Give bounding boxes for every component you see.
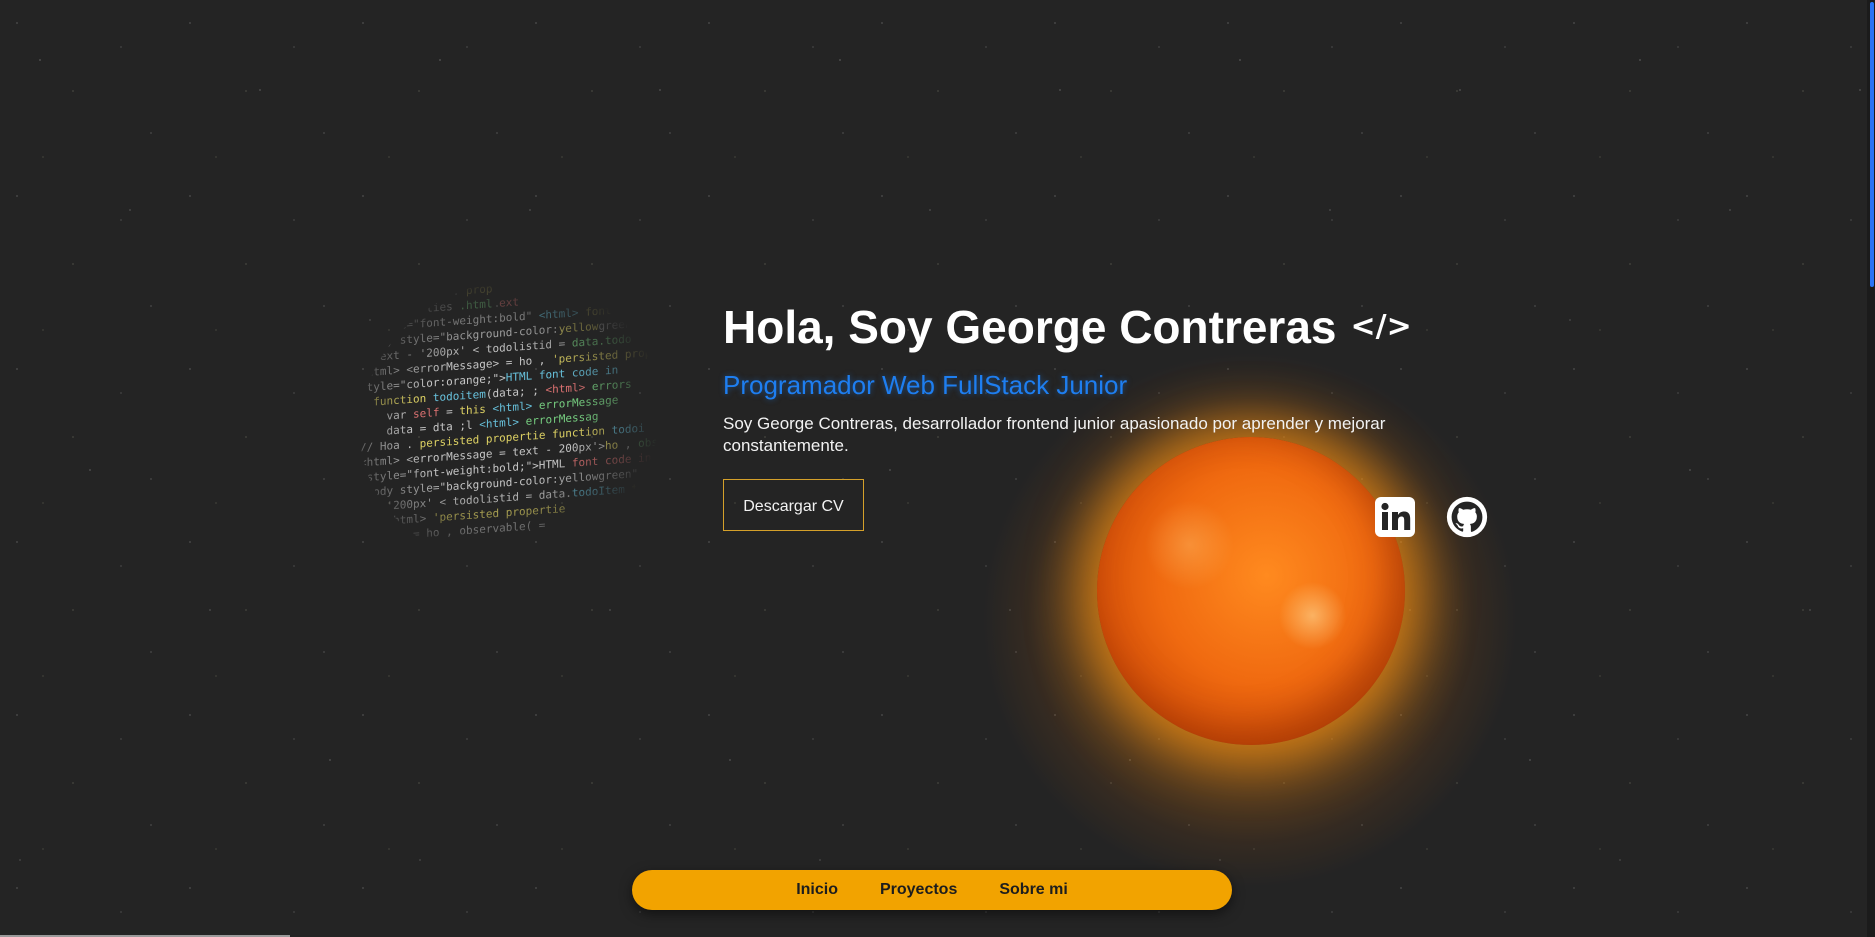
- code-sphere-image: cod des: prop properties .html ext style…: [360, 282, 660, 545]
- code-icon: </>: [1350, 309, 1412, 344]
- page: cod des: prop properties .html ext style…: [0, 0, 1875, 937]
- scrollbar-thumb[interactable]: [1870, 2, 1874, 287]
- social-links: [1374, 496, 1488, 538]
- download-cv-button[interactable]: Descargar CV: [723, 479, 864, 531]
- github-icon[interactable]: [1446, 496, 1488, 538]
- nav-item-sobre-mi[interactable]: Sobre mi: [999, 881, 1067, 899]
- page-title: Hola, Soy George Contreras: [723, 301, 1337, 353]
- vertical-scrollbar[interactable]: [1867, 0, 1875, 937]
- hero-subtitle: Programador Web FullStack Junior: [723, 370, 1128, 400]
- bottom-navbar: Inicio Proyectos Sobre mi: [632, 870, 1232, 910]
- hero-description: Soy George Contreras, desarrollador fron…: [723, 414, 1386, 455]
- nav-item-inicio[interactable]: Inicio: [796, 881, 838, 899]
- hero-title-row: Hola, Soy George Contreras </>: [723, 298, 1483, 356]
- linkedin-icon[interactable]: [1374, 496, 1416, 538]
- nav-item-proyectos[interactable]: Proyectos: [880, 881, 957, 899]
- hero-section: Hola, Soy George Contreras </> Programad…: [723, 298, 1483, 531]
